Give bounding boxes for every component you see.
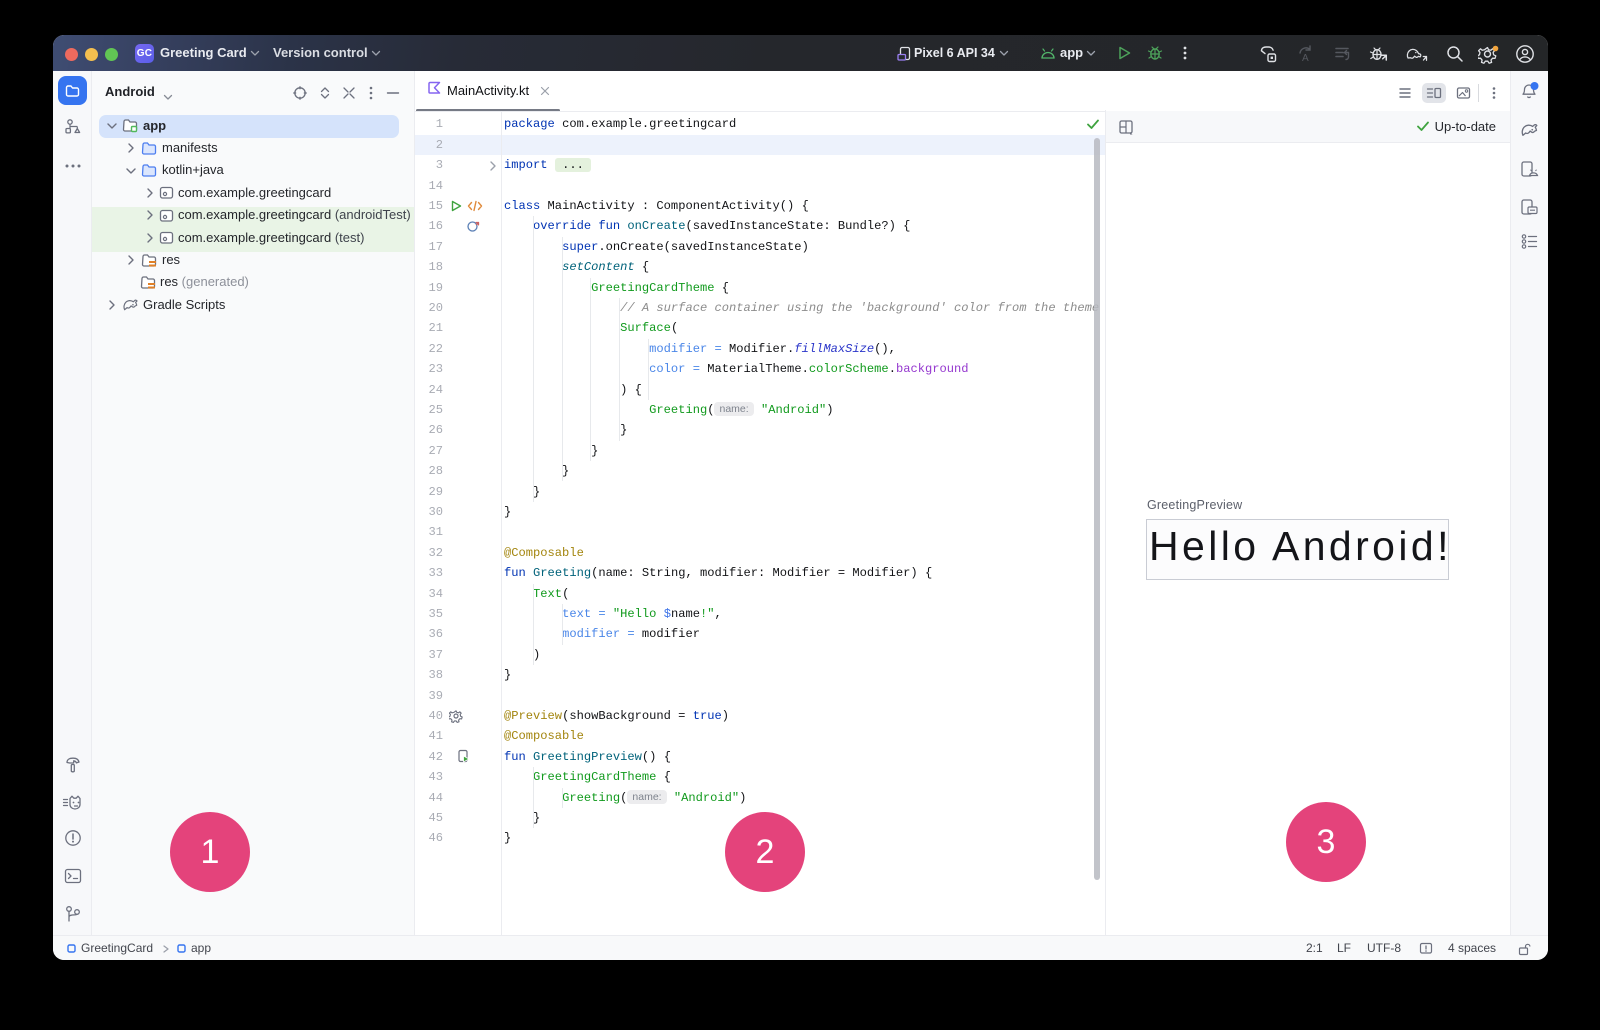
- svg-text:A: A: [1302, 53, 1309, 64]
